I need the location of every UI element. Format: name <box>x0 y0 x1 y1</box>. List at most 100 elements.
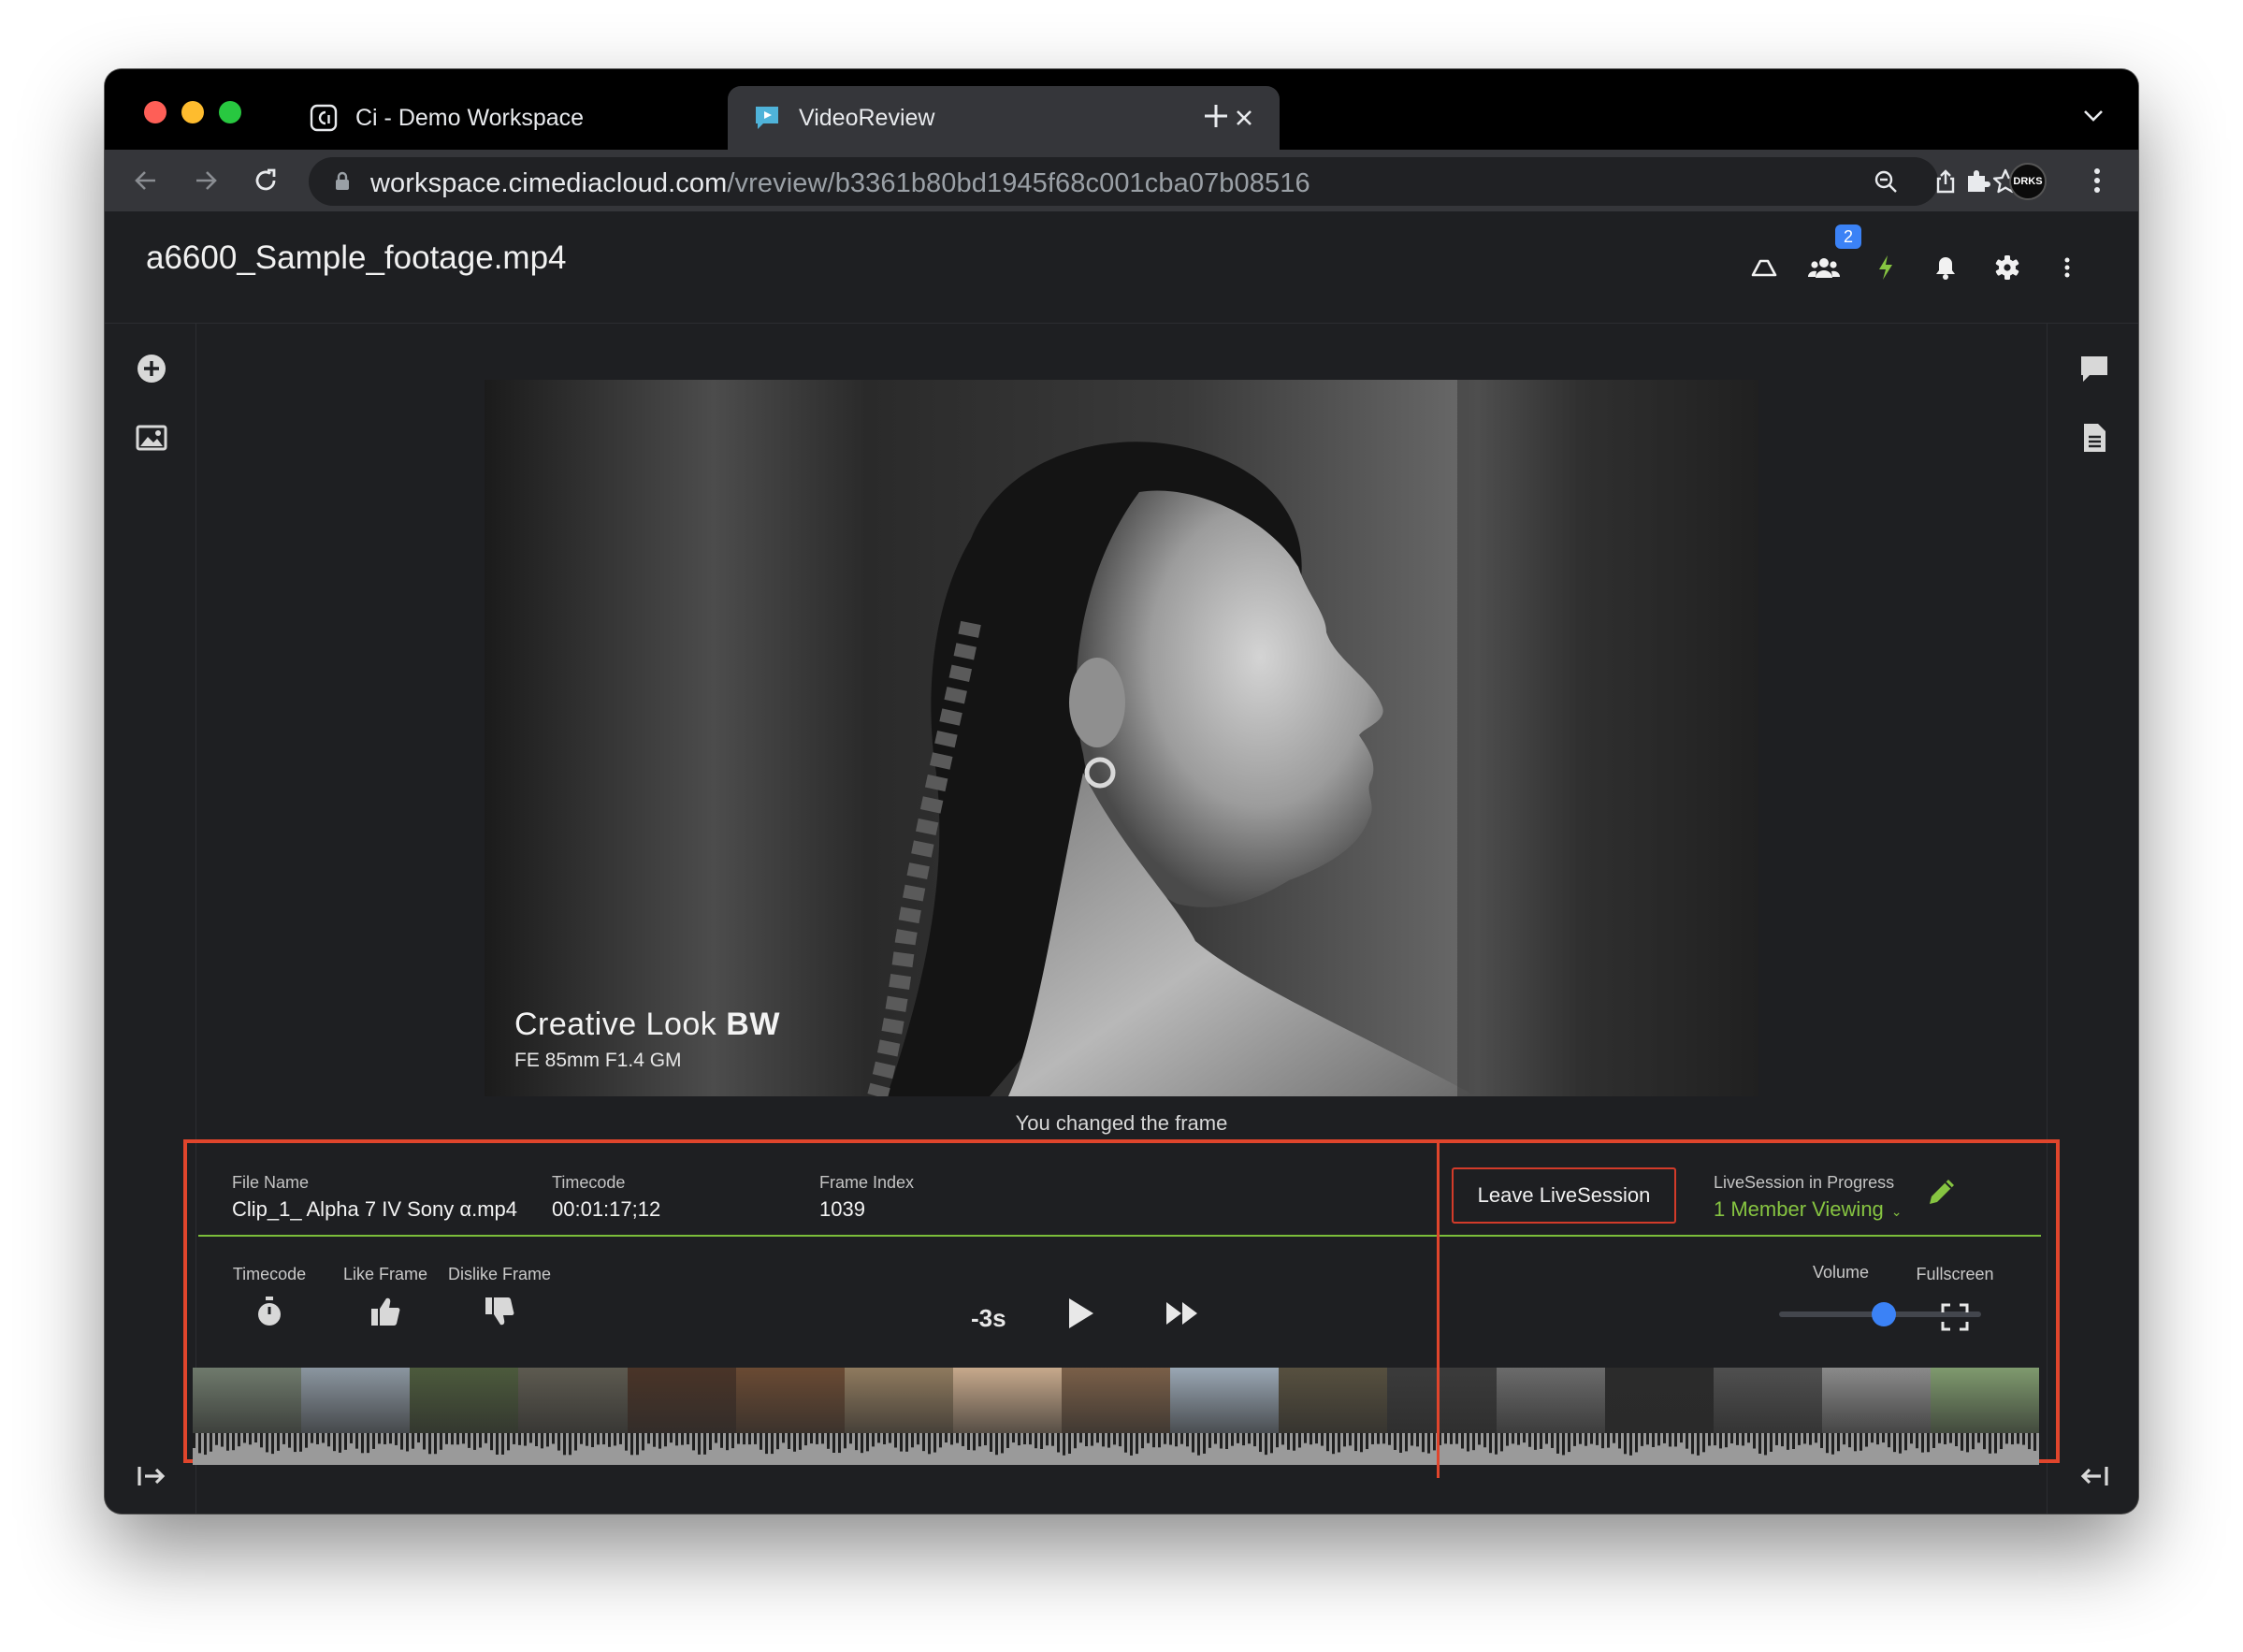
waveform-bar <box>760 1433 762 1450</box>
volume-slider-handle[interactable] <box>1872 1302 1897 1326</box>
minimize-window-button[interactable] <box>181 101 204 123</box>
waveform-bar <box>383 1433 386 1444</box>
video-player[interactable]: Creative Look BW FE 85mm F1.4 GM <box>485 380 1758 1096</box>
skip-back-button[interactable]: -3s <box>971 1304 1006 1333</box>
waveform-bar <box>1977 1433 1980 1443</box>
waveform-bar <box>440 1433 442 1450</box>
waveform-bar <box>945 1433 948 1443</box>
zoom-icon[interactable] <box>1867 163 1904 200</box>
timeline-playhead[interactable] <box>1437 1139 1440 1478</box>
waveform-bar <box>1910 1433 1913 1444</box>
waveform-bar <box>1388 1433 1391 1445</box>
close-window-button[interactable] <box>144 101 166 123</box>
waveform-bar <box>1652 1433 1655 1447</box>
page-title: a6600_Sample_footage.mp4 <box>146 239 567 276</box>
waveform-bar <box>1787 1433 1789 1450</box>
waveform-bar <box>838 1433 841 1454</box>
extensions-icon[interactable] <box>1959 162 1996 199</box>
image-icon[interactable] <box>131 417 172 458</box>
more-vertical-icon[interactable] <box>2048 249 2086 286</box>
waveform-bar <box>1820 1433 1823 1449</box>
timeline-filmstrip[interactable] <box>193 1368 2040 1433</box>
waveform-bar <box>400 1433 403 1450</box>
waveform-bar <box>861 1433 863 1454</box>
timecode-value: 00:01:17;12 <box>552 1197 661 1221</box>
chevron-down-icon: ⌄ <box>1890 1204 1903 1219</box>
waveform-bar <box>339 1433 341 1453</box>
thumbs-up-icon[interactable] <box>367 1293 404 1330</box>
browser-menu-icon[interactable] <box>2078 162 2116 199</box>
waveform-bar <box>490 1433 493 1451</box>
members-icon[interactable] <box>1805 249 1843 286</box>
waveform-bar <box>1562 1433 1565 1456</box>
cloud-icon[interactable] <box>1745 249 1783 286</box>
back-button[interactable] <box>127 162 165 199</box>
waveform-bar <box>260 1433 263 1448</box>
waveform-bar <box>1697 1433 1700 1456</box>
waveform-bar <box>771 1433 774 1455</box>
expand-left-panel-icon[interactable] <box>131 1456 172 1497</box>
waveform-bar <box>468 1433 470 1448</box>
waveform-bar <box>299 1433 302 1452</box>
stopwatch-icon[interactable] <box>251 1293 288 1330</box>
waveform-bar <box>1585 1433 1587 1446</box>
audio-waveform[interactable] <box>193 1433 2039 1465</box>
address-bar[interactable]: workspace.cimediacloud.com/vreview/b3361… <box>309 157 2019 206</box>
fullscreen-icon[interactable] <box>1936 1298 1974 1336</box>
waveform-bar <box>2033 1433 2036 1451</box>
bell-icon[interactable] <box>1927 249 1964 286</box>
waveform-bar <box>210 1433 212 1452</box>
timeline-thumbnail <box>1387 1368 1497 1433</box>
timecode-label: Timecode <box>552 1173 626 1192</box>
new-tab-button[interactable] <box>1197 97 1235 135</box>
collapse-right-panel-icon[interactable] <box>2074 1456 2115 1497</box>
waveform-bar <box>844 1433 847 1449</box>
waveform-bar <box>1450 1433 1453 1444</box>
waveform-bar <box>1831 1433 1834 1455</box>
waveform-bar <box>1332 1433 1335 1455</box>
timeline-thumbnail <box>1062 1368 1171 1433</box>
timeline-thumbnail <box>410 1368 519 1433</box>
document-icon[interactable] <box>2074 417 2115 458</box>
waveform-bar <box>1809 1433 1812 1445</box>
waveform-bar <box>1573 1433 1576 1446</box>
forward-button[interactable] <box>187 162 224 199</box>
waveform-bar <box>675 1433 678 1446</box>
waveform-bar <box>344 1433 347 1450</box>
fast-forward-icon[interactable] <box>1164 1295 1201 1332</box>
timeline-thumbnail <box>952 1368 1062 1433</box>
members-viewing-dropdown[interactable]: 1 Member Viewing ⌄ <box>1714 1197 1903 1222</box>
frame-index-label: Frame Index <box>819 1173 915 1192</box>
waveform-bar <box>608 1433 611 1447</box>
waveform-bar <box>1893 1433 1896 1453</box>
thumbs-down-icon[interactable] <box>481 1293 518 1330</box>
waveform-bar <box>1938 1433 1941 1443</box>
waveform-bar <box>889 1433 891 1443</box>
waveform-bar <box>933 1433 936 1453</box>
waveform-bar <box>1096 1433 1099 1443</box>
waveform-bar <box>2000 1433 2003 1450</box>
waveform-bar <box>1742 1433 1744 1446</box>
lightning-icon[interactable] <box>1867 249 1904 286</box>
gear-icon[interactable] <box>1989 249 2026 286</box>
reload-button[interactable] <box>247 162 284 199</box>
tab-search-button[interactable] <box>2077 99 2110 133</box>
zoom-window-button[interactable] <box>219 101 241 123</box>
comment-icon[interactable] <box>2074 348 2115 389</box>
waveform-bar <box>305 1433 308 1448</box>
waveform-bar <box>1719 1433 1722 1449</box>
add-circle-icon[interactable] <box>131 348 172 389</box>
waveform-bar <box>614 1433 616 1446</box>
leave-livesession-button[interactable]: Leave LiveSession <box>1452 1167 1676 1224</box>
waveform-bar <box>1074 1433 1077 1449</box>
play-icon[interactable] <box>1063 1295 1100 1332</box>
waveform-bar <box>866 1433 869 1452</box>
app-header: a6600_Sample_footage.mp4 2 <box>105 211 2138 324</box>
profile-avatar[interactable]: DRKS <box>2009 163 2047 200</box>
pencil-icon[interactable] <box>1925 1175 1959 1209</box>
url-text: workspace.cimediacloud.com/vreview/b3361… <box>370 168 1310 198</box>
waveform-bar <box>642 1433 644 1451</box>
waveform-bar <box>1366 1433 1368 1450</box>
waveform-bar <box>2011 1433 2014 1445</box>
waveform-bar <box>821 1433 824 1444</box>
